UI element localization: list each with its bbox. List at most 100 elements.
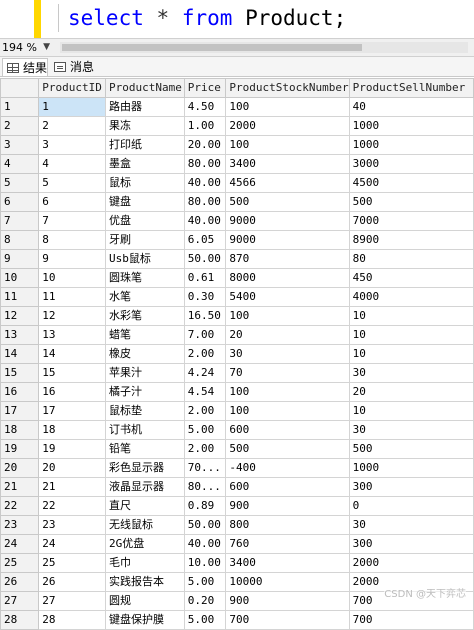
tab-results[interactable]: 结果 [2,58,48,76]
table-cell[interactable]: 30 [348,363,474,383]
table-cell[interactable]: 20 [348,382,474,402]
table-cell[interactable]: 7000 [348,211,474,231]
table-cell[interactable]: 1000 [348,458,474,478]
table-cell[interactable]: 23 [38,515,106,535]
table-row[interactable]: 28 28 键盘保护膜 5.00 700 700 [0,610,474,630]
table-cell[interactable]: 键盘保护膜 [104,610,185,630]
table-cell[interactable]: 1000 [348,116,474,136]
table-cell[interactable]: 24 [38,534,106,554]
row-number[interactable]: 15 [0,363,40,383]
table-row[interactable]: 7 7 优盘 40.00 9000 7000 [0,211,474,231]
table-cell[interactable]: 4.54 [183,382,227,402]
table-cell[interactable]: 30 [348,420,474,440]
query-line[interactable]: select * from Product; [68,4,346,32]
table-row[interactable]: 15 15 苹果汁 4.24 70 30 [0,363,474,383]
table-cell[interactable]: 2.00 [183,344,227,364]
table-cell[interactable]: 600 [225,477,350,497]
table-cell[interactable]: 13 [38,325,106,345]
table-row[interactable]: 12 12 水彩笔 16.50 100 10 [0,306,474,326]
table-row[interactable]: 21 21 液晶显示器 80... 600 300 [0,477,474,497]
row-number[interactable]: 9 [0,249,40,269]
table-cell[interactable]: 5.00 [183,610,227,630]
table-cell[interactable]: 5.00 [183,572,227,592]
horizontal-scrollbar[interactable] [60,42,468,53]
row-number[interactable]: 16 [0,382,40,402]
table-cell[interactable]: -400 [225,458,350,478]
table-cell[interactable]: 9000 [225,211,350,231]
table-row[interactable]: 24 24 2G优盘 40.00 760 300 [0,534,474,554]
table-cell[interactable]: 2G优盘 [104,534,185,554]
table-cell[interactable]: 2.00 [183,439,227,459]
table-cell[interactable]: 6.05 [183,230,227,250]
table-cell[interactable]: 5400 [225,287,350,307]
column-header[interactable]: ProductID [38,78,106,98]
table-cell[interactable]: 0.30 [183,287,227,307]
table-cell[interactable]: 1 [38,97,106,117]
table-cell[interactable]: 2000 [225,116,350,136]
table-cell[interactable]: 20.00 [183,135,227,155]
row-number[interactable]: 3 [0,135,40,155]
row-number[interactable]: 28 [0,610,40,630]
table-cell[interactable]: 12 [38,306,106,326]
row-number[interactable]: 21 [0,477,40,497]
table-cell[interactable]: 40 [348,97,474,117]
table-cell[interactable]: 墨盒 [104,154,185,174]
table-cell[interactable]: 16.50 [183,306,227,326]
row-number[interactable]: 22 [0,496,40,516]
table-row[interactable]: 3 3 打印纸 20.00 100 1000 [0,135,474,155]
table-cell[interactable]: 28 [38,610,106,630]
table-row[interactable]: 23 23 无线鼠标 50.00 800 30 [0,515,474,535]
query-editor[interactable]: select * from Product; [0,0,474,38]
table-cell[interactable]: 80 [348,249,474,269]
table-cell[interactable]: 20 [38,458,106,478]
table-cell[interactable]: 4500 [348,173,474,193]
table-cell[interactable]: 4000 [348,287,474,307]
row-number[interactable]: 14 [0,344,40,364]
table-row[interactable]: 8 8 牙刷 6.05 9000 8900 [0,230,474,250]
table-cell[interactable]: 10 [348,325,474,345]
table-cell[interactable]: 70... [183,458,227,478]
table-cell[interactable]: 40.00 [183,211,227,231]
table-cell[interactable]: 500 [348,439,474,459]
table-cell[interactable]: 20 [225,325,350,345]
table-cell[interactable]: 300 [348,534,474,554]
table-cell[interactable]: 路由器 [104,97,185,117]
table-cell[interactable]: 700 [225,610,350,630]
table-row[interactable]: 13 13 蜡笔 7.00 20 10 [0,325,474,345]
row-number[interactable]: 13 [0,325,40,345]
table-row[interactable]: 19 19 铅笔 2.00 500 500 [0,439,474,459]
table-cell[interactable]: 2.00 [183,401,227,421]
table-row[interactable]: 17 17 鼠标垫 2.00 100 10 [0,401,474,421]
table-cell[interactable]: 0.89 [183,496,227,516]
scrollbar-thumb[interactable] [62,44,362,51]
table-row[interactable]: 9 9 Usb鼠标 50.00 870 80 [0,249,474,269]
table-cell[interactable]: 4.50 [183,97,227,117]
table-cell[interactable]: 100 [225,306,350,326]
table-cell[interactable]: 300 [348,477,474,497]
table-cell[interactable]: Usb鼠标 [104,249,185,269]
corner-cell[interactable] [0,78,40,98]
table-row[interactable]: 10 10 圆珠笔 0.61 8000 450 [0,268,474,288]
table-cell[interactable]: 19 [38,439,106,459]
table-cell[interactable]: 16 [38,382,106,402]
table-cell[interactable]: 10 [348,306,474,326]
table-cell[interactable]: 450 [348,268,474,288]
table-cell[interactable]: 10.00 [183,553,227,573]
row-number[interactable]: 24 [0,534,40,554]
row-number[interactable]: 23 [0,515,40,535]
table-cell[interactable]: 900 [225,591,350,611]
row-number[interactable]: 27 [0,591,40,611]
zoom-dropdown[interactable]: 194 % ▼ [0,40,54,55]
table-cell[interactable]: 40.00 [183,173,227,193]
table-cell[interactable]: 760 [225,534,350,554]
table-cell[interactable]: 直尺 [104,496,185,516]
table-cell[interactable]: 牙刷 [104,230,185,250]
table-cell[interactable]: 500 [348,192,474,212]
table-cell[interactable]: 3 [38,135,106,155]
table-row[interactable]: 6 6 键盘 80.00 500 500 [0,192,474,212]
table-cell[interactable]: 彩色显示器 [104,458,185,478]
table-cell[interactable]: 500 [225,439,350,459]
table-cell[interactable]: 4 [38,154,106,174]
table-cell[interactable]: 4.24 [183,363,227,383]
table-cell[interactable]: 22 [38,496,106,516]
